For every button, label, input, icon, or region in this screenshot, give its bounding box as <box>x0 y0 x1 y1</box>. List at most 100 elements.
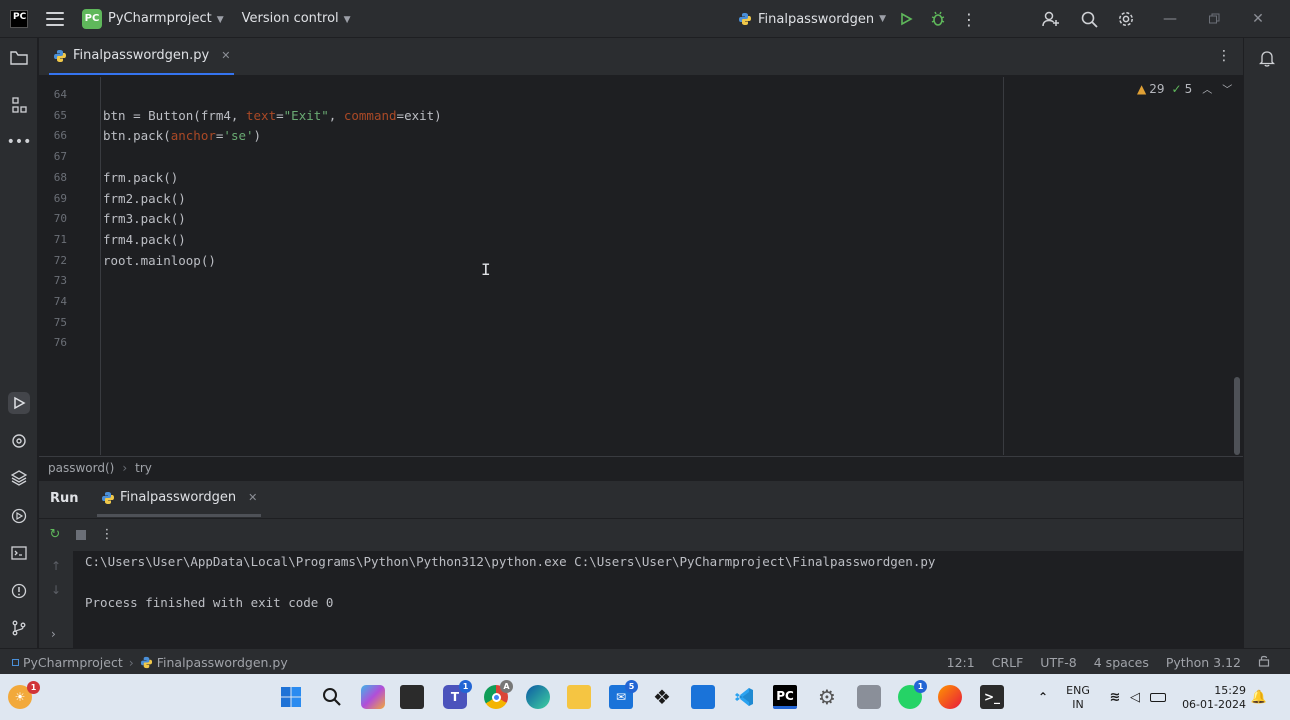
code-line[interactable]: 65 btn = Button(frm4, text="Exit", comman… <box>39 106 999 126</box>
add-user-icon[interactable] <box>1041 9 1061 29</box>
dropbox-icon[interactable]: ❖ <box>650 685 674 709</box>
volume-icon[interactable]: ◁ <box>1123 685 1147 709</box>
stop-icon[interactable] <box>71 525 91 545</box>
code-line[interactable]: 73 <box>39 271 999 291</box>
navigation-bar: PyCharmproject › Finalpasswordgen.py <box>12 649 288 675</box>
hp-icon[interactable] <box>691 685 715 709</box>
code-text: frm3.pack() <box>103 211 186 227</box>
line-number: 66 <box>53 129 67 143</box>
run-tool-icon[interactable] <box>8 392 30 414</box>
gear-icon[interactable] <box>1116 9 1136 29</box>
problems-icon[interactable] <box>8 580 30 602</box>
more-tabs-icon[interactable]: ⋮ <box>1217 48 1231 64</box>
chevron-up-icon[interactable]: ⌃ <box>1031 685 1055 709</box>
terminal-icon[interactable]: >_ <box>980 685 1004 709</box>
restore-icon[interactable] <box>1204 9 1224 29</box>
python-console-icon[interactable] <box>8 430 30 452</box>
notification-badge: 1 <box>27 681 40 694</box>
settings-icon[interactable]: ⚙ <box>815 685 839 709</box>
code-line[interactable]: 66 btn.pack(anchor='se') <box>39 126 999 146</box>
more-actions-icon[interactable]: ⋮ <box>97 525 117 545</box>
chevron-down-icon[interactable]: ﹀ <box>1222 81 1232 96</box>
console-output[interactable]: ↑ ↓ › C:\Users\User\AppData\Local\Progra… <box>39 551 1243 649</box>
firefox-icon[interactable] <box>938 685 962 709</box>
main-menu-icon[interactable] <box>46 11 64 26</box>
edge-icon[interactable] <box>526 685 550 709</box>
clock[interactable]: 15:29 06-01-2024 <box>1176 684 1246 712</box>
code-line[interactable]: 75 <box>39 313 999 333</box>
code-line[interactable]: 76 <box>39 333 999 353</box>
caret-position[interactable]: 12:1 <box>947 655 975 670</box>
whatsapp-icon[interactable]: 1 <box>898 680 927 709</box>
code-line[interactable]: 72 root.mainloop() <box>39 251 999 271</box>
code-line[interactable]: 71 frm4.pack() <box>39 230 999 250</box>
tab-finalpasswordgen[interactable]: Finalpasswordgen.py ✕ <box>49 38 235 75</box>
run-tab-finalpasswordgen[interactable]: Finalpasswordgen ✕ <box>97 481 262 517</box>
left-tool-stripe: ••• <box>0 38 38 648</box>
notification-center-icon[interactable]: 🔔 <box>1247 685 1271 709</box>
vcs-selector[interactable]: Version control ▼ <box>242 11 351 26</box>
run-config-selector[interactable]: Finalpasswordgen ▼ <box>738 0 886 38</box>
more-tools-icon[interactable]: ••• <box>7 131 32 153</box>
arrow-up-icon[interactable]: ↑ <box>51 559 61 573</box>
mail-icon[interactable]: ✉ 5 <box>609 680 638 709</box>
structure-icon[interactable] <box>8 94 30 116</box>
code-editor[interactable]: 64 65 btn = Button(frm4, text="Exit", comm… <box>39 77 1243 455</box>
terminal-icon[interactable] <box>8 542 30 564</box>
folder-icon[interactable] <box>8 47 30 69</box>
git-icon[interactable] <box>8 617 30 639</box>
nav-file[interactable]: Finalpasswordgen.py <box>157 655 288 670</box>
line-number: 72 <box>53 253 67 267</box>
project-badge-icon[interactable]: PC <box>82 8 102 29</box>
breadcrumb-item[interactable]: password() <box>48 461 114 475</box>
services-icon[interactable] <box>8 505 30 527</box>
code-line[interactable]: 70 frm3.pack() <box>39 209 999 229</box>
arrow-down-icon[interactable]: ↓ <box>51 583 61 597</box>
teams-icon[interactable]: T1 <box>443 680 472 709</box>
notifications-icon[interactable] <box>1256 47 1278 69</box>
start-icon[interactable] <box>279 685 303 709</box>
line-separator[interactable]: CRLF <box>992 655 1024 670</box>
warning-icon: ▲ <box>1137 81 1147 96</box>
code-line[interactable]: 69 frm2.pack() <box>39 189 999 209</box>
code-line[interactable]: 67 <box>39 147 999 167</box>
battery-icon[interactable] <box>1146 685 1170 709</box>
line-number: 68 <box>53 170 67 184</box>
file-explorer-icon[interactable] <box>567 685 591 709</box>
breadcrumb-item[interactable]: try <box>135 461 152 475</box>
indent-setting[interactable]: 4 spaces <box>1094 655 1149 670</box>
task-view-icon[interactable] <box>400 685 424 709</box>
right-margin-guide <box>1003 77 1004 455</box>
close-tab-icon[interactable]: ✕ <box>248 491 257 504</box>
nav-project[interactable]: PyCharmproject <box>23 655 123 670</box>
code-line[interactable]: 68 frm.pack() <box>39 168 999 188</box>
minimize-icon[interactable]: — <box>1160 9 1180 29</box>
code-line[interactable]: 64 <box>39 85 999 105</box>
weather-icon[interactable]: ☀ 1 <box>8 681 40 709</box>
file-encoding[interactable]: UTF-8 <box>1040 655 1076 670</box>
chevron-up-icon[interactable]: ︿ <box>1202 81 1212 96</box>
chevron-right-icon[interactable]: › <box>51 627 56 641</box>
camera-icon[interactable] <box>857 685 881 709</box>
lock-icon[interactable] <box>1258 655 1270 670</box>
chevron-down-icon: ▼ <box>216 15 224 25</box>
copilot-icon[interactable] <box>361 685 385 709</box>
close-tab-icon[interactable]: ✕ <box>221 49 230 62</box>
debug-icon[interactable] <box>928 9 948 29</box>
search-icon[interactable] <box>320 685 344 709</box>
pycharm-icon[interactable]: PC <box>773 685 797 709</box>
close-icon[interactable]: ✕ <box>1248 9 1268 29</box>
more-actions-icon[interactable]: ⋮ <box>959 9 979 29</box>
python-interpreter[interactable]: Python 3.12 <box>1166 655 1241 670</box>
chrome-icon[interactable]: A <box>484 680 513 709</box>
code-line[interactable]: 74 <box>39 292 999 312</box>
search-icon[interactable] <box>1079 9 1099 29</box>
editor-scrollbar[interactable] <box>1234 377 1240 455</box>
vscode-icon[interactable] <box>732 685 756 709</box>
run-icon[interactable] <box>896 9 916 29</box>
language-indicator[interactable]: ENG IN <box>1064 684 1092 712</box>
python-packages-icon[interactable] <box>8 467 30 489</box>
project-selector[interactable]: PyCharmproject ▼ <box>108 11 224 26</box>
inspection-widget[interactable]: ▲ 29 ✓ 5 ︿ ﹀ <box>1137 81 1232 97</box>
rerun-icon[interactable]: ↻ <box>45 525 65 545</box>
